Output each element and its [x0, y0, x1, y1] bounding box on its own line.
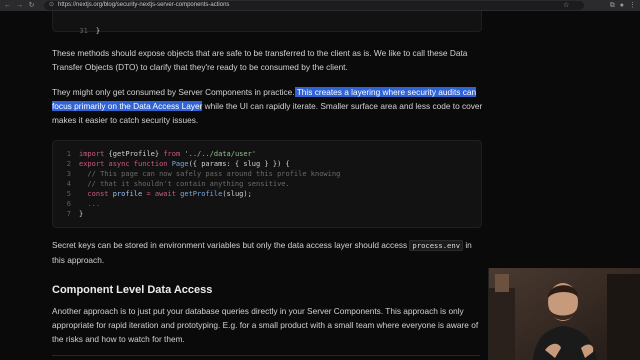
line-number: 6 — [66, 200, 71, 208]
presenter-video — [489, 268, 640, 360]
code-token: Page — [171, 160, 189, 168]
back-button[interactable]: ← — [3, 1, 12, 10]
code-token: (slug); — [222, 190, 252, 198]
paragraph-dto: These methods should expose objects that… — [52, 48, 468, 72]
bookmark-star-icon[interactable]: ☆ — [563, 1, 569, 10]
code-token: import — [79, 150, 109, 158]
paragraph-layering: They might only get consumed by Server C… — [52, 85, 484, 127]
inline-code: process.env — [409, 240, 464, 251]
line-number: 7 — [66, 210, 71, 218]
code-block-page: 1 import {getProfile} from '../../data/us… — [52, 140, 482, 228]
code-token: = await — [146, 190, 181, 198]
line-number: 5 — [66, 190, 71, 198]
code-token: export async function — [79, 160, 172, 168]
paragraph-secret-keys: Secret keys can be stored in environment… — [52, 238, 484, 267]
site-info-icon[interactable]: ⊙ — [49, 1, 54, 10]
line-number: 3 — [66, 170, 71, 178]
text-segment: They might only get consumed by Server C… — [52, 87, 295, 97]
line-number: 31 — [79, 27, 88, 35]
code-token: from — [163, 150, 185, 158]
section-heading: Component Level Data Access — [52, 284, 213, 296]
code-line: 6 ... — [53, 199, 100, 209]
code-token: // that it shouldn't contain anything se… — [79, 180, 290, 188]
reload-button[interactable]: ↻ — [27, 1, 36, 10]
divider — [52, 355, 480, 356]
code-token: const — [79, 190, 113, 198]
address-bar[interactable]: ⊙ https://nextjs.org/blog/security-nextj… — [44, 1, 584, 10]
code-line: 1 import {getProfile} from '../../data/us… — [53, 149, 256, 159]
code-token: ({ params: { slug } }) { — [188, 160, 290, 168]
code-token: } — [79, 210, 84, 218]
browser-toolbar: ← → ↻ ⊙ https://nextjs.org/blog/security… — [0, 0, 640, 11]
line-number: 2 — [66, 160, 71, 168]
code-line: 31} — [53, 16, 100, 35]
paragraph-component-level: Another approach is to just put your dat… — [52, 306, 479, 344]
code-token: ... — [79, 200, 101, 208]
text-segment: Secret keys can be stored in environment… — [52, 240, 410, 250]
webcam-overlay — [488, 268, 640, 360]
code-line: 7} — [53, 209, 83, 219]
code-token: getProfile — [180, 190, 223, 198]
code-token: '../../data/user' — [184, 150, 257, 158]
line-number: 4 — [66, 180, 71, 188]
code-line: 5 const profile = await getProfile(slug)… — [53, 189, 252, 199]
code-token: // This page can now safely pass around … — [79, 170, 341, 178]
extensions-icon[interactable]: ⧉ — [610, 1, 615, 10]
code-line: 3 // This page can now safely pass aroun… — [53, 169, 341, 179]
profile-icon[interactable]: ● — [620, 1, 624, 10]
code-line: 4 // that it shouldn't contain anything … — [53, 179, 290, 189]
menu-icon[interactable]: ⋮ — [629, 1, 636, 10]
url-text: https://nextjs.org/blog/security-nextjs-… — [58, 2, 230, 8]
code-block-top: 31} — [52, 11, 482, 35]
code-token: profile — [112, 190, 147, 198]
line-number: 1 — [66, 150, 71, 158]
forward-button[interactable]: → — [15, 1, 24, 10]
code-token: {getProfile} — [108, 150, 164, 158]
code-text: } — [95, 27, 101, 35]
code-line: 2 export async function Page({ params: { … — [53, 159, 290, 169]
